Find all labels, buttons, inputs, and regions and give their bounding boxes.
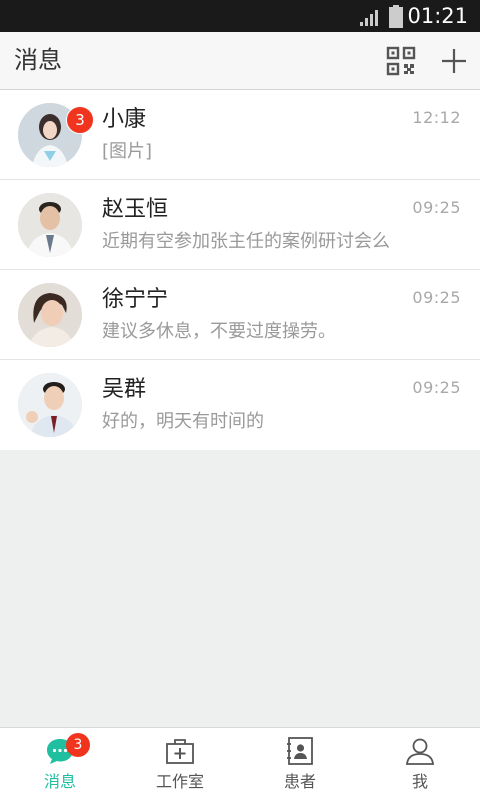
plus-icon [442,49,466,73]
message-preview: [图片] [102,141,153,162]
avatar [18,373,82,437]
message-time: 12:12 [412,108,461,127]
contact-name: 小康 [102,107,147,132]
tab-badge: 3 [66,733,90,757]
tab-messages[interactable]: 3 消息 [0,728,120,801]
battery-icon [389,5,403,28]
unread-badge: 3 [66,106,94,134]
status-time: 01:21 [407,4,468,28]
avatar [18,283,82,347]
tab-me[interactable]: 我 [360,728,480,801]
message-preview: 好的，明天有时间的 [102,411,264,432]
signal-icon [360,10,378,26]
tab-label: 患者 [283,772,316,791]
list-item[interactable]: 吴群 好的，明天有时间的 09:25 [0,360,480,450]
avatar [18,193,82,257]
avatar-male [18,373,82,437]
tab-label: 工作室 [155,772,204,791]
person-icon [406,738,434,765]
status-bar: 01:21 [0,0,480,32]
tab-label: 我 [411,772,428,791]
qr-code-icon [386,46,416,76]
contacts-book-icon [287,737,313,765]
avatar-male-doctor [18,193,82,257]
tab-patients[interactable]: 患者 [240,728,360,801]
contact-name: 赵玉恒 [102,197,169,222]
list-item[interactable]: 徐宁宁 建议多休息，不要过度操劳。 09:25 [0,270,480,360]
header-bar: 消息 [0,32,480,90]
medical-kit-icon [166,739,194,764]
message-preview: 近期有空参加张主任的案例研讨会么 [102,231,390,252]
qr-code-button[interactable] [386,46,416,76]
tab-label: 消息 [43,772,76,791]
list-item[interactable]: 赵玉恒 近期有空参加张主任的案例研讨会么 09:25 [0,180,480,270]
contact-name: 吴群 [102,377,147,402]
bottom-tab-bar: 3 消息 工作室 患者 我 [0,727,480,801]
tab-studio[interactable]: 工作室 [120,728,240,801]
message-time: 09:25 [412,198,461,217]
avatar-female [18,283,82,347]
contact-name: 徐宁宁 [102,287,169,312]
list-item[interactable]: 小康 [图片] 12:12 [0,90,480,180]
message-preview: 建议多休息，不要过度操劳。 [102,321,336,342]
message-time: 09:25 [412,378,461,397]
page-title: 消息 [14,46,62,74]
add-button[interactable] [440,47,468,75]
message-list: 小康 [图片] 12:12 赵玉恒 近期有空参加张主任的案例研讨会么 09:25 [0,90,480,450]
message-time: 09:25 [412,288,461,307]
